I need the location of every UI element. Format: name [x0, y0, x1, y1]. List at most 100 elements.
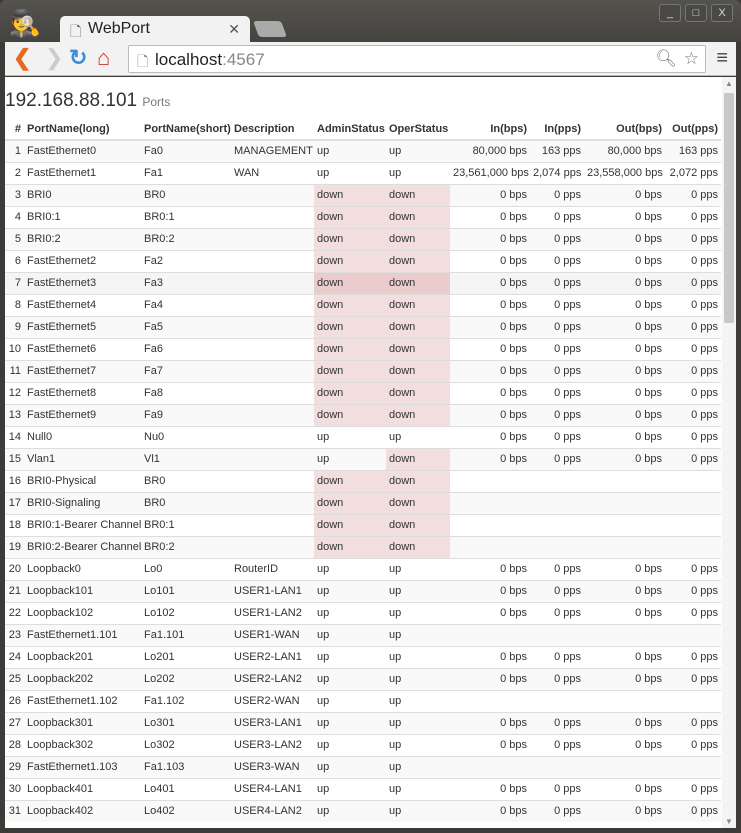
out-pps-cell: 0 pps	[665, 579, 721, 602]
index-cell: 12	[5, 381, 24, 404]
table-row: 21 Loopback101 Lo101 USER1-LAN1 up up 0 bps 0 p…	[5, 579, 721, 602]
out-pps-cell: 0 pps	[665, 381, 721, 404]
out-pps-cell	[665, 623, 721, 646]
minimize-button[interactable]: _	[659, 4, 681, 22]
description-cell	[231, 359, 314, 382]
close-tab-icon[interactable]: ✕	[228, 21, 240, 38]
table-row: 29 FastEthernet1.103 Fa1.103 USER3-WAN up up	[5, 755, 721, 778]
out-pps-cell: 0 pps	[665, 557, 721, 580]
table-row: 31 Loopback402 Lo402 USER4-LAN2 up up 0 bps 0 p…	[5, 799, 721, 822]
in-bps-cell: 0 bps	[450, 205, 530, 228]
admin-status-cell: up	[314, 667, 386, 690]
in-pps-cell: 0 pps	[530, 425, 584, 448]
oper-status-cell: down	[386, 315, 450, 338]
port-name-short-cell: Fa1.101	[141, 623, 231, 646]
in-bps-cell: 0 bps	[450, 601, 530, 624]
port-name-long-cell: FastEthernet3	[24, 271, 141, 294]
browser-tab[interactable]: 🗋 WebPort ✕	[60, 16, 250, 43]
table-row: 20 Loopback0 Lo0 RouterID up up 0 bps 0 pps 0 bp…	[5, 557, 721, 580]
new-tab-button[interactable]	[253, 21, 287, 37]
in-pps-cell: 0 pps	[530, 205, 584, 228]
out-pps-cell: 0 pps	[665, 777, 721, 800]
description-cell: USER4-LAN1	[231, 777, 314, 800]
description-cell	[231, 513, 314, 536]
forward-icon[interactable]: ❯	[45, 46, 63, 70]
table-row: 23 FastEthernet1.101 Fa1.101 USER1-WAN up up	[5, 623, 721, 646]
reload-icon[interactable]: ↻	[69, 46, 87, 70]
oper-status-cell: up	[386, 139, 450, 162]
description-cell: WAN	[231, 161, 314, 184]
description-cell	[231, 293, 314, 316]
port-name-long-cell: FastEthernet0	[24, 139, 141, 162]
out-pps-cell: 0 pps	[665, 447, 721, 470]
index-cell: 19	[5, 535, 24, 558]
out-bps-cell: 0 bps	[584, 359, 665, 382]
port-name-short-cell: Lo102	[141, 601, 231, 624]
port-name-short-cell: Lo0	[141, 557, 231, 580]
in-pps-cell	[530, 689, 584, 712]
description-cell: USER3-WAN	[231, 755, 314, 778]
description-cell	[231, 447, 314, 470]
maximize-button[interactable]: □	[685, 4, 707, 22]
table-row: 10 FastEthernet6 Fa6 down down 0 bps 0 pps 0 bp…	[5, 337, 721, 360]
in-bps-cell: 0 bps	[450, 359, 530, 382]
oper-status-cell: up	[386, 579, 450, 602]
scroll-down-icon[interactable]: ▼	[725, 817, 733, 826]
port-name-long-cell: Loopback202	[24, 667, 141, 690]
out-pps-cell: 163 pps	[665, 139, 721, 162]
oper-status-cell: up	[386, 777, 450, 800]
header-in-bps: In(bps)	[450, 118, 530, 141]
description-cell	[231, 535, 314, 558]
in-bps-cell: 0 bps	[450, 315, 530, 338]
description-cell	[231, 403, 314, 426]
back-icon[interactable]: ❮	[13, 46, 31, 70]
port-name-short-cell: Fa7	[141, 359, 231, 382]
zoom-icon[interactable]: 🔍︎	[655, 49, 677, 69]
out-pps-cell: 0 pps	[665, 293, 721, 316]
table-row: 2 FastEthernet1 Fa1 WAN up up 23,561,000 bps 2,…	[5, 161, 721, 184]
home-icon[interactable]: ⌂	[97, 46, 110, 70]
scrollbar[interactable]: ▲ ▼	[722, 77, 736, 828]
index-cell: 26	[5, 689, 24, 712]
out-bps-cell: 0 bps	[584, 667, 665, 690]
index-cell: 23	[5, 623, 24, 646]
address-bar[interactable]: 🗋 localhost:4567 🔍︎ ☆	[128, 45, 706, 73]
admin-status-cell: up	[314, 557, 386, 580]
oper-status-cell: up	[386, 161, 450, 184]
index-cell: 9	[5, 315, 24, 338]
admin-status-cell: down	[314, 271, 386, 294]
port-name-long-cell: FastEthernet7	[24, 359, 141, 382]
index-cell: 5	[5, 227, 24, 250]
in-bps-cell	[450, 623, 530, 646]
tab-title: WebPort	[88, 20, 150, 37]
table-row: 28 Loopback302 Lo302 USER3-LAN2 up up 0 bps 0 p…	[5, 733, 721, 756]
close-window-button[interactable]: X	[711, 4, 733, 22]
index-cell: 16	[5, 469, 24, 492]
in-bps-cell: 0 bps	[450, 381, 530, 404]
in-pps-cell: 0 pps	[530, 249, 584, 272]
menu-icon[interactable]: ≡	[716, 47, 728, 70]
url-port: :4567	[222, 50, 265, 69]
header-index: #	[5, 118, 24, 141]
oper-status-cell: down	[386, 447, 450, 470]
scrollbar-thumb[interactable]	[724, 93, 734, 323]
index-cell: 30	[5, 777, 24, 800]
table-row: 15 Vlan1 Vl1 up down 0 bps 0 pps 0 bps 0 pps	[5, 447, 721, 470]
table-row: 18 BRI0:1-Bearer Channel BR0:1 down down	[5, 513, 721, 536]
in-pps-cell: 0 pps	[530, 601, 584, 624]
admin-status-cell: down	[314, 359, 386, 382]
port-name-short-cell: Fa1	[141, 161, 231, 184]
oper-status-cell: down	[386, 535, 450, 558]
description-cell: USER2-LAN2	[231, 667, 314, 690]
index-cell: 31	[5, 799, 24, 822]
port-name-short-cell: Lo201	[141, 645, 231, 668]
scroll-up-icon[interactable]: ▲	[725, 79, 733, 88]
bookmark-star-icon[interactable]: ☆	[684, 49, 699, 69]
table-row: 11 FastEthernet7 Fa7 down down 0 bps 0 pps 0 bp…	[5, 359, 721, 382]
out-bps-cell	[584, 513, 665, 536]
admin-status-cell: up	[314, 799, 386, 822]
description-cell: USER3-LAN2	[231, 733, 314, 756]
in-pps-cell: 0 pps	[530, 645, 584, 668]
out-pps-cell: 0 pps	[665, 227, 721, 250]
table-row: 14 Null0 Nu0 up up 0 bps 0 pps 0 bps 0 pps	[5, 425, 721, 448]
